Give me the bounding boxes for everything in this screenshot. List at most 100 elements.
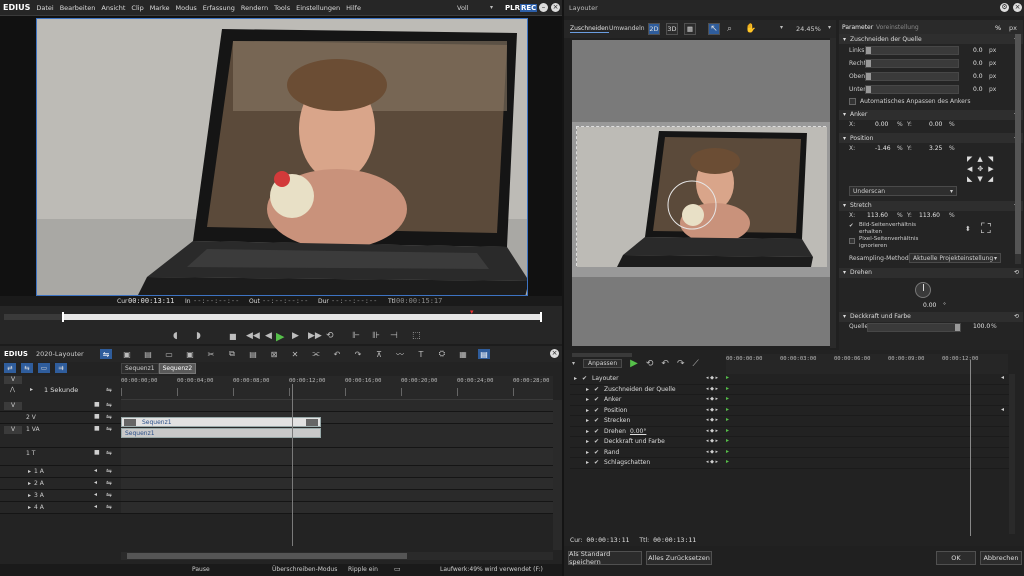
track-lane[interactable] (121, 466, 553, 477)
layout-frame[interactable] (576, 126, 827, 267)
crop-value[interactable]: 0.0 (973, 86, 983, 93)
rotate-value[interactable]: 0.00 (923, 302, 936, 309)
time-scale[interactable]: 1 Sekunde (44, 386, 78, 394)
menu-item-einstellungen[interactable]: Einstellungen (296, 4, 340, 12)
timeline-ruler[interactable]: 00:00:00;00 00:00:04;00 00:00:08;00 00:00:1… (121, 376, 553, 400)
collapse-icon[interactable]: ⋀ (10, 386, 15, 393)
track-badge[interactable] (4, 414, 22, 422)
keyframe-nav-icon[interactable]: ◂ ◆ ▸ (706, 428, 718, 434)
track-badge[interactable]: V (4, 426, 22, 434)
track-header[interactable]: 3 A ▸ ◂ ⇋ (0, 490, 553, 502)
track-badge[interactable]: V (4, 402, 22, 410)
track-tool-icon[interactable]: ⇆ (21, 363, 33, 373)
keyframe-nav-icon[interactable]: ◂ ◆ ▸ (706, 417, 718, 423)
cut-icon[interactable]: ✂ (205, 349, 217, 359)
fit-select[interactable]: Anpassen (583, 359, 623, 368)
preview-scrollbar[interactable] (830, 38, 836, 348)
undo-icon[interactable]: ↶ (661, 359, 669, 369)
opacity-value[interactable]: 100.0 (973, 323, 990, 330)
layouter-preview[interactable] (572, 40, 830, 346)
percent-unit-button[interactable]: % (995, 24, 1001, 32)
sync-icon[interactable]: ⇋ (106, 425, 112, 433)
crop-slider[interactable] (865, 59, 959, 68)
waveform-icon[interactable]: 〰 (394, 349, 406, 359)
track-header[interactable]: 1 A ▸ ◂ ⇋ (0, 466, 553, 478)
transition-icon[interactable]: ⫘ (310, 349, 322, 359)
anchor-x-value[interactable]: 0.00 (875, 121, 888, 128)
anchor-y-value[interactable]: 0.00 (929, 121, 942, 128)
keyframe-track[interactable]: ▸ ✔ Layouter ◂ ◆ ▸ ▸ ◂ (570, 374, 1010, 385)
eye-icon[interactable]: ■ (94, 413, 100, 420)
loop-icon[interactable]: ⟲ (326, 331, 334, 341)
copy-icon[interactable]: ⧉ (226, 349, 238, 359)
export-icon[interactable]: ⬚ (412, 331, 421, 341)
timeline-playhead[interactable] (292, 384, 293, 546)
stretch-y-value[interactable]: 113.60 (919, 212, 940, 219)
expand-icon[interactable]: ▸ (574, 375, 577, 382)
menu-item-bearbeiten[interactable]: Bearbeiten (60, 4, 96, 12)
sync-icon[interactable]: ⇋ (106, 491, 112, 499)
paste-icon[interactable]: ▤ (247, 349, 259, 359)
settings-icon[interactable]: ▣ (121, 349, 133, 359)
chevron-down-icon[interactable]: ▾ (828, 24, 831, 31)
overwrite-icon[interactable]: ⊪ (372, 331, 380, 341)
menu-item-tools[interactable]: Tools (274, 4, 290, 12)
reset-icon[interactable]: ⟲ (1014, 269, 1019, 276)
keyframe-ruler[interactable]: 00:00:00:00 00:00:03:00 00:00:06:00 00:00:0… (726, 354, 1008, 374)
keyframe-nav-icon[interactable]: ◂ ◆ ▸ (706, 386, 718, 392)
scrollbar-thumb[interactable] (127, 553, 407, 559)
play-icon[interactable]: ▶ (630, 358, 638, 369)
opacity-slider[interactable] (867, 322, 961, 332)
save-default-button[interactable]: Als Standard speichern (568, 550, 642, 566)
stop-icon[interactable]: ■ (229, 332, 237, 341)
expand-icon[interactable]: ▸ (586, 428, 589, 435)
3d-view-icon[interactable]: 3D (666, 23, 678, 35)
step-forward-icon[interactable]: ▶ (292, 331, 299, 341)
keyframe-end-icon[interactable]: ◂ (1001, 406, 1004, 413)
expand-icon[interactable]: ▸ (28, 468, 31, 475)
close-icon[interactable]: × (1013, 3, 1022, 12)
effect-icon[interactable]: ⛭ (436, 349, 448, 359)
chevron-down-icon[interactable]: ▾ (572, 360, 575, 367)
replace-icon[interactable]: ⊣ (390, 331, 398, 341)
expand-icon[interactable]: ▸ (586, 396, 589, 403)
keyframe-start-icon[interactable]: ▸ (726, 406, 729, 413)
expand-icon[interactable]: ▸ (28, 492, 31, 499)
checkmark-icon[interactable]: ✔ (594, 417, 599, 424)
crop-value[interactable]: 0.0 (973, 73, 983, 80)
eye-icon[interactable]: ■ (94, 401, 100, 408)
chevron-down-icon[interactable]: ▾ (780, 24, 783, 31)
track-header[interactable]: V ■ ⇋ (0, 400, 553, 412)
checkmark-icon[interactable]: ✔ (594, 438, 599, 445)
expand-icon[interactable]: ▸ (586, 459, 589, 466)
track-lane[interactable] (121, 400, 553, 411)
eye-icon[interactable]: ■ (94, 449, 100, 456)
keyframe-start-icon[interactable]: ▸ (726, 374, 729, 381)
close-icon[interactable]: × (551, 3, 560, 12)
keyframe-track[interactable]: ▸ ✔ Anker ◂ ◆ ▸ ▸ (570, 395, 1010, 406)
3d-mode-icon[interactable]: 2D (648, 23, 660, 35)
hand-icon[interactable]: ✋ (745, 24, 756, 34)
expand-icon[interactable]: ▸ (28, 480, 31, 487)
keyframe-nav-icon[interactable]: ◂ ◆ ▸ (706, 459, 718, 465)
keyframe-nav-icon[interactable]: ◂ ◆ ▸ (706, 449, 718, 455)
checkmark-icon[interactable]: ✔ (594, 386, 599, 393)
keyframe-track[interactable]: ▸ ✔ Deckkraft und Farbe ◂ ◆ ▸ ▸ (570, 437, 1010, 448)
track-header[interactable]: 2 A ▸ ◂ ⇋ (0, 478, 553, 490)
checkmark-icon[interactable]: ✔ (594, 396, 599, 403)
position-y-value[interactable]: 3.25 (929, 145, 942, 152)
track-tool-icon[interactable]: ⇄ (4, 363, 16, 373)
menu-item-clip[interactable]: Clip (131, 4, 143, 12)
expand-icon[interactable]: ▸ (586, 386, 589, 393)
ok-button[interactable]: OK (936, 551, 976, 565)
playhead-marker[interactable]: ▾ (470, 308, 474, 316)
keyframe-track[interactable]: ▸ ✔ Rand ◂ ◆ ▸ ▸ (570, 448, 1010, 458)
crop-slider[interactable] (865, 72, 959, 81)
keyframe-zoom[interactable] (572, 353, 632, 357)
reset-icon[interactable]: ⟲ (1014, 313, 1019, 320)
keyframe-scrollbar[interactable] (1009, 374, 1015, 534)
keyframe-start-icon[interactable]: ▸ (726, 395, 729, 402)
expand-icon[interactable]: ▸ (28, 504, 31, 511)
checkmark-icon[interactable]: ✔ (594, 449, 599, 456)
grid-icon[interactable]: ▦ (684, 23, 696, 35)
